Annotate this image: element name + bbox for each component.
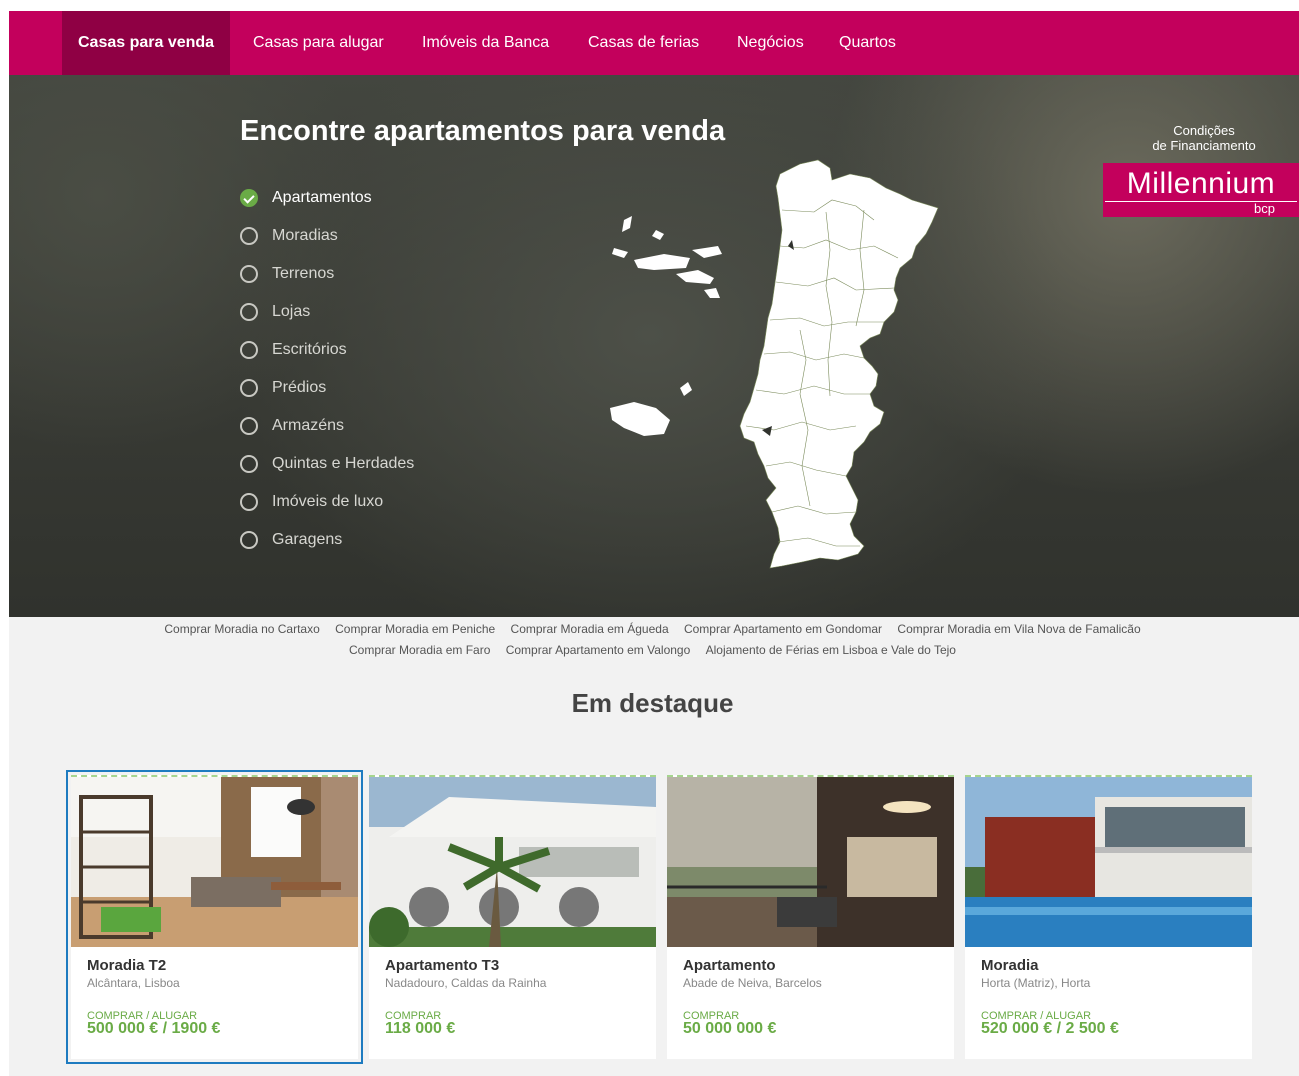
radio-icon [240,417,258,435]
tab-negocios[interactable]: Negócios [737,11,804,75]
radio-icon [240,341,258,359]
quick-link[interactable]: Comprar Moradia em Águeda [511,622,669,636]
card-title: Apartamento [683,957,776,974]
quick-link[interactable]: Comprar Apartamento em Valongo [506,643,691,657]
azores-islands[interactable] [612,216,722,298]
type-option-label: Garagens [272,531,343,548]
radio-icon [240,455,258,473]
type-option-apartamentos[interactable]: Apartamentos [240,179,414,217]
type-option-label: Quintas e Herdades [272,455,415,472]
hero-search: Encontre apartamentos para venda Apartam… [9,75,1299,617]
logo-sub: bcp [1254,201,1275,216]
quick-link[interactable]: Comprar Moradia em Faro [349,643,490,657]
millennium-bcp-logo[interactable]: Millennium bcp [1103,163,1299,217]
property-type-list: Apartamentos Moradias Terrenos Lojas Esc… [240,179,414,559]
card-body: Apartamento Abade de Neiva, Barcelos COM… [667,947,954,1037]
type-option-label: Terrenos [272,265,335,282]
logo-name: Millennium [1126,167,1276,200]
property-photo [667,777,954,947]
financing-label: Condições de Financiamento [1099,123,1299,153]
property-photo [71,777,358,947]
quick-link[interactable]: Comprar Apartamento em Gondomar [684,622,882,636]
featured-card[interactable]: Apartamento T3 Nadadouro, Caldas da Rain… [369,775,656,1059]
radio-icon [240,303,258,321]
radio-icon [240,379,258,397]
type-option-terrenos[interactable]: Terrenos [240,255,414,293]
card-price: 118 000 € [385,1020,456,1037]
quick-link[interactable]: Alojamento de Férias em Lisboa e Vale do… [706,643,956,657]
card-body: Moradia T2 Alcântara, Lisboa COMPRAR / A… [71,947,358,1037]
card-location: Abade de Neiva, Barcelos [683,976,822,990]
featured-title: Em destaque [571,688,734,718]
mainland-portugal[interactable] [739,159,939,569]
hero-title: Encontre apartamentos para venda [240,115,726,147]
check-icon [240,189,258,207]
quick-links-row-2: Comprar Moradia em Faro Comprar Apartame… [0,640,1299,661]
type-option-label: Lojas [272,303,311,320]
tab-casas-para-venda[interactable]: Casas para venda [62,11,231,75]
type-option-label: Imóveis de luxo [272,493,384,510]
tab-imoveis-da-banca[interactable]: Imóveis da Banca [422,11,549,75]
card-price: 50 000 000 € [683,1020,777,1037]
financing-line-2: de Financiamento [1152,138,1256,153]
tab-quartos[interactable]: Quartos [839,11,896,75]
radio-icon [240,227,258,245]
type-option-quintas[interactable]: Quintas e Herdades [240,445,414,483]
radio-icon [240,493,258,511]
type-option-label: Prédios [272,379,327,396]
card-title: Moradia T2 [87,957,167,974]
featured-card[interactable]: Moradia Horta (Matriz), Horta COMPRAR / … [965,775,1252,1059]
card-location: Nadadouro, Caldas da Rainha [385,976,547,990]
type-option-escritorios[interactable]: Escritórios [240,331,414,369]
type-option-armazens[interactable]: Armazéns [240,407,414,445]
quick-link[interactable]: Comprar Moradia no Cartaxo [164,622,319,636]
type-option-moradias[interactable]: Moradias [240,217,414,255]
type-option-imoveis-luxo[interactable]: Imóveis de luxo [240,483,414,521]
card-title: Moradia [981,957,1039,974]
radio-icon [240,531,258,549]
type-option-lojas[interactable]: Lojas [240,293,414,331]
card-title: Apartamento T3 [385,957,500,974]
type-option-label: Moradias [272,227,338,244]
card-price: 520 000 € / 2 500 € [981,1020,1119,1037]
financing-line-1: Condições [1173,123,1235,138]
quick-links-row-1: Comprar Moradia no Cartaxo Comprar Morad… [0,619,1299,640]
card-body: Moradia Horta (Matriz), Horta COMPRAR / … [965,947,1252,1037]
tab-casas-de-ferias[interactable]: Casas de ferias [588,11,699,75]
portugal-map[interactable] [594,150,939,575]
financing-banner[interactable]: Condições de Financiamento Millennium bc… [1103,123,1299,217]
property-photo [965,777,1252,947]
radio-icon [240,265,258,283]
type-option-garagens[interactable]: Garagens [240,521,414,559]
card-location: Horta (Matriz), Horta [981,976,1091,990]
madeira-islands[interactable] [610,382,692,436]
quick-link[interactable]: Comprar Moradia em Vila Nova de Famalicã… [897,622,1140,636]
featured-card[interactable]: Apartamento Abade de Neiva, Barcelos COM… [667,775,954,1059]
featured-card[interactable]: Moradia T2 Alcântara, Lisboa COMPRAR / A… [66,770,363,1064]
type-option-label: Armazéns [272,417,345,434]
property-photo [369,777,656,947]
card-location: Alcântara, Lisboa [87,976,180,990]
type-option-label: Escritórios [272,341,347,358]
top-nav: Casas para venda Casas para alugar Imóve… [9,11,1299,75]
card-price: 500 000 € / 1900 € [87,1020,221,1037]
quick-link[interactable]: Comprar Moradia em Peniche [335,622,495,636]
quick-links: Comprar Moradia no Cartaxo Comprar Morad… [0,619,1299,661]
tab-casas-para-alugar[interactable]: Casas para alugar [253,11,384,75]
type-option-label: Apartamentos [272,189,372,206]
type-option-predios[interactable]: Prédios [240,369,414,407]
card-body: Apartamento T3 Nadadouro, Caldas da Rain… [369,947,656,1037]
